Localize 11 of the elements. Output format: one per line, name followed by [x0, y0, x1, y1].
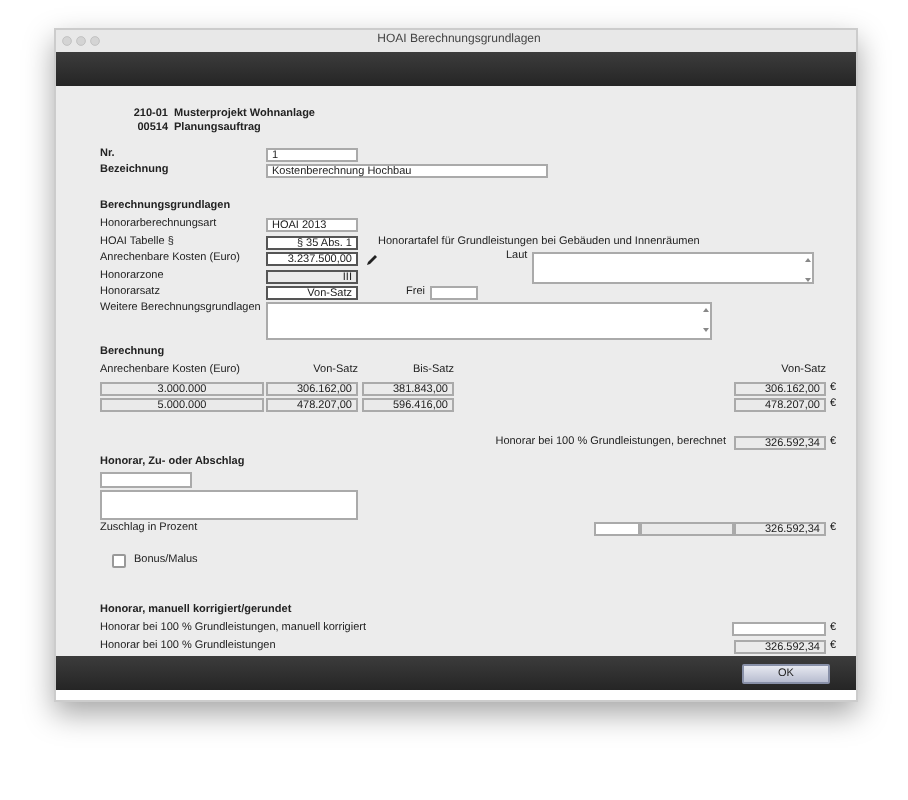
text-area[interactable] [532, 252, 814, 285]
input-field[interactable] [100, 471, 192, 488]
text-area[interactable] [266, 302, 712, 341]
free-field[interactable] [430, 286, 478, 301]
text-area[interactable] [100, 489, 358, 520]
corrected-fee-field[interactable] [732, 621, 826, 636]
amount-field [640, 522, 734, 537]
scrollbar-icon[interactable] [803, 255, 811, 284]
scrollbar-icon[interactable] [701, 305, 709, 334]
pencil-icon[interactable] [366, 253, 378, 266]
percent-field[interactable] [594, 522, 640, 537]
